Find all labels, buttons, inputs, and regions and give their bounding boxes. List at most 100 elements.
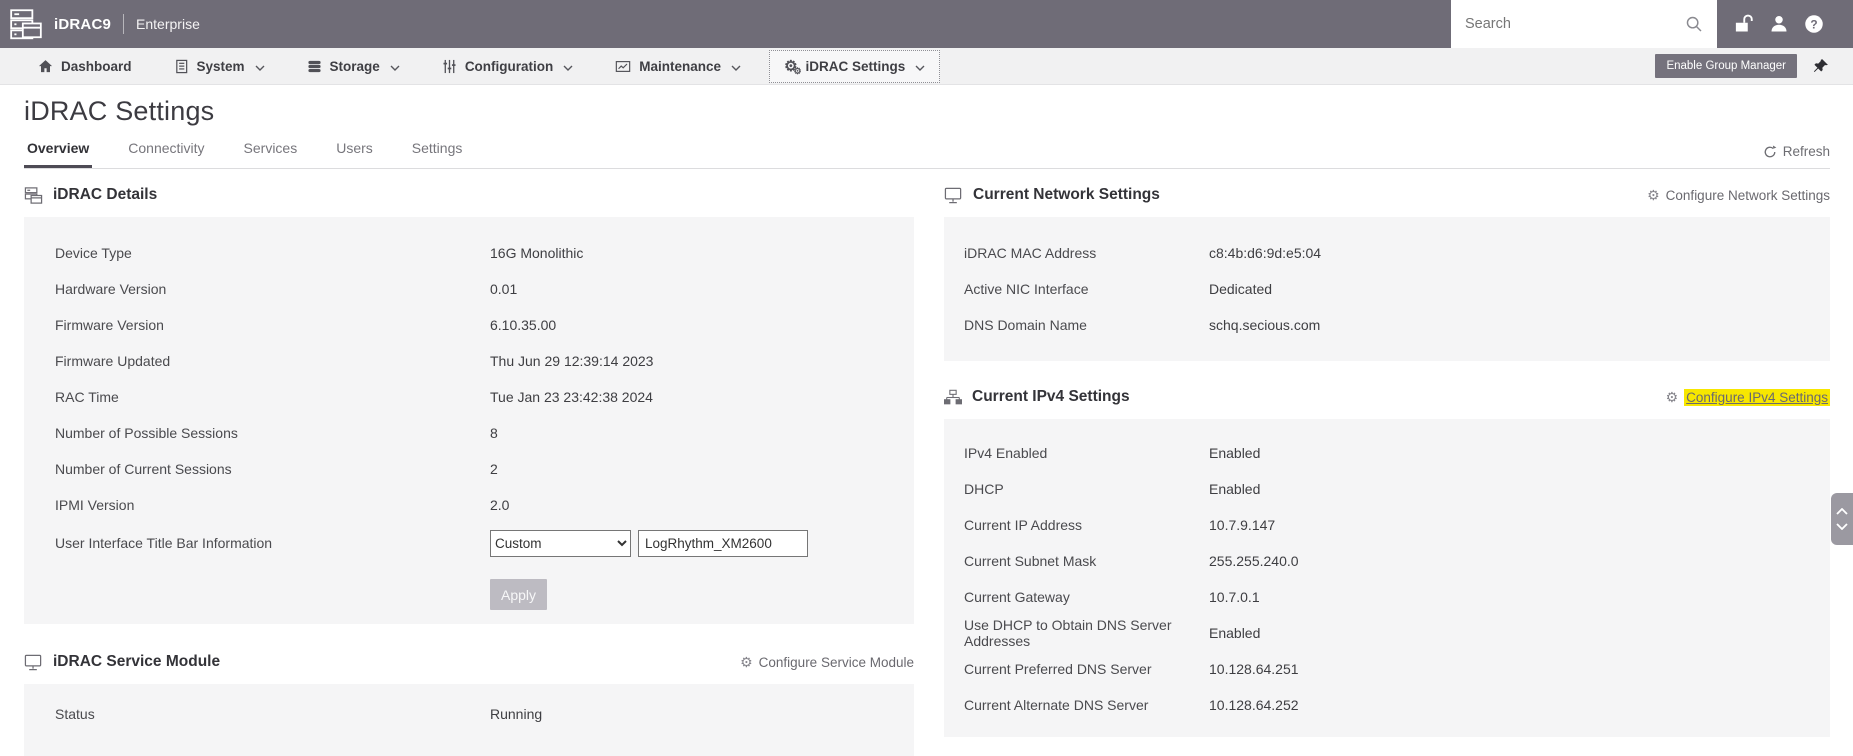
field-value: 10.7.9.147 (1209, 517, 1276, 533)
field-row: Current Preferred DNS Server 10.128.64.25… (944, 651, 1830, 687)
header-icon-group: ? (1717, 0, 1827, 48)
scroll-down-icon[interactable] (1836, 523, 1848, 530)
brand: iDRAC9 Enterprise (0, 0, 200, 48)
field-row: Current IP Address 10.7.9.147 (944, 507, 1830, 543)
field-label: DHCP (964, 481, 1004, 497)
section-title: Current Network Settings (973, 186, 1160, 203)
nav-maintenance[interactable]: Maintenance (601, 50, 755, 83)
monitor-icon (944, 186, 963, 205)
field-value: Enabled (1209, 445, 1261, 461)
field-label: RAC Time (55, 389, 119, 405)
system-icon (174, 59, 189, 74)
field-row: Number of Current Sessions 2 (24, 451, 914, 487)
chevron-down-icon (731, 59, 741, 74)
field-value: 10.7.0.1 (1209, 589, 1260, 605)
tab-connectivity[interactable]: Connectivity (125, 140, 207, 168)
field-label: IPv4 Enabled (964, 445, 1048, 461)
storage-icon (307, 59, 322, 74)
field-value: 6.10.35.00 (490, 317, 557, 333)
field-value: Running (490, 706, 543, 722)
network-settings-header: Current Network Settings ⚙ Configure Net… (944, 183, 1830, 207)
scroll-up-icon[interactable] (1836, 508, 1848, 515)
apply-button[interactable]: Apply (490, 579, 547, 610)
tab-users[interactable]: Users (333, 140, 376, 168)
gear-icon: ⚙ (1647, 186, 1660, 203)
refresh-button[interactable]: Refresh (1763, 144, 1830, 168)
field-row: RAC Time Tue Jan 23 23:42:38 2024 (24, 379, 914, 415)
service-module-header: iDRAC Service Module ⚙ Configure Service… (24, 650, 914, 674)
refresh-icon (1764, 145, 1777, 157)
configure-service-module-link[interactable]: ⚙ Configure Service Module (740, 654, 914, 671)
ipv4-settings-header: Current IPv4 Settings ⚙ Configure IPv4 S… (944, 385, 1830, 409)
field-value: c8:4b:d6:9d:e5:04 (1209, 245, 1322, 261)
product-name: iDRAC9 (54, 15, 112, 33)
top-header: iDRAC9 Enterprise Search ? (0, 0, 1853, 48)
field-label: Use DHCP to Obtain DNS Server Addresses (964, 617, 1172, 649)
field-row: Current Gateway 10.7.0.1 (944, 579, 1830, 615)
field-value: Enabled (1209, 625, 1261, 641)
field-label: Firmware Updated (55, 353, 171, 369)
page-title: iDRAC Settings (24, 96, 215, 126)
field-value: 0.01 (490, 281, 518, 297)
field-row: Use DHCP to Obtain DNS Server Addresses E… (944, 615, 1830, 651)
service-module-panel: Status Running (24, 684, 914, 756)
field-value: Dedicated (1209, 281, 1273, 297)
left-column: iDRAC Details Device Type 16G Monolithic H… (24, 169, 914, 756)
nav-label: System (196, 58, 245, 74)
tab-services[interactable]: Services (241, 140, 301, 168)
pin-icon[interactable] (1813, 58, 1829, 74)
title-bar-select[interactable]: Custom (490, 529, 631, 557)
nav-dashboard[interactable]: Dashboard (24, 50, 146, 83)
unlock-icon[interactable] (1731, 11, 1757, 37)
field-row: IPv4 Enabled Enabled (944, 435, 1830, 471)
section-title: Current IPv4 Settings (972, 388, 1130, 405)
help-icon[interactable]: ? (1801, 11, 1827, 37)
tab-settings[interactable]: Settings (409, 140, 466, 168)
field-value: 2.0 (490, 497, 510, 513)
field-label: Status (55, 706, 95, 722)
chevron-down-icon (390, 59, 400, 74)
nav-system[interactable]: System (160, 50, 279, 83)
nav-idrac-settings[interactable]: ⚙ ⚙ iDRAC Settings (769, 49, 941, 83)
configure-ipv4-settings-link[interactable]: ⚙ Configure IPv4 Settings (1665, 388, 1830, 406)
enable-group-manager-button[interactable]: Enable Group Manager (1655, 54, 1797, 78)
nav-configuration[interactable]: Configuration (428, 50, 587, 83)
field-label: Current Alternate DNS Server (964, 697, 1149, 713)
search-icon[interactable] (1681, 11, 1707, 37)
nav-storage[interactable]: Storage (293, 50, 414, 83)
field-value: Enabled (1209, 481, 1261, 497)
field-label: iDRAC MAC Address (964, 245, 1097, 261)
service-module-rows: Status Running (24, 696, 914, 732)
field-label: Current Subnet Mask (964, 553, 1097, 569)
field-value: Thu Jun 29 12:39:14 2023 (490, 353, 654, 369)
field-label: User Interface Title Bar Information (55, 535, 273, 551)
nav-label: Storage (329, 58, 380, 74)
field-row: DNS Domain Name schq.secious.com (944, 307, 1830, 343)
apply-row: Apply (24, 563, 914, 610)
field-value: Tue Jan 23 23:42:38 2024 (490, 389, 653, 405)
field-row: Firmware Updated Thu Jun 29 12:39:14 2023 (24, 343, 914, 379)
nav-label: Configuration (464, 58, 554, 74)
ipv4-settings-rows: IPv4 Enabled Enabled DHCP Enabled Current IP… (944, 435, 1830, 723)
network-settings-rows: iDRAC MAC Address c8:4b:d6:9d:e5:04 Active… (944, 235, 1830, 343)
gears-icon: ⚙ ⚙ (784, 57, 802, 76)
network-settings-panel: iDRAC MAC Address c8:4b:d6:9d:e5:04 Active… (944, 217, 1830, 361)
field-label: Number of Possible Sessions (55, 425, 238, 441)
scroll-widget (1831, 493, 1853, 545)
home-icon (38, 59, 53, 74)
field-row: Number of Possible Sessions 8 (24, 415, 914, 451)
field-row: Device Type 16G Monolithic (24, 235, 914, 271)
field-label: Device Type (55, 245, 132, 261)
user-icon[interactable] (1766, 11, 1792, 37)
tab-overview[interactable]: Overview (24, 140, 93, 168)
sliders-icon (442, 59, 457, 74)
tab-bar: Overview Connectivity Services Users Set… (24, 140, 1830, 169)
title-bar-input[interactable] (638, 529, 808, 557)
field-row: Current Subnet Mask 255.255.240.0 (944, 543, 1830, 579)
gear-icon: ⚙ (1665, 388, 1679, 405)
network-tree-icon (944, 389, 962, 406)
field-row: iDRAC MAC Address c8:4b:d6:9d:e5:04 (944, 235, 1830, 271)
configure-network-settings-link[interactable]: ⚙ Configure Network Settings (1647, 187, 1830, 204)
field-row: Firmware Version 6.10.35.00 (24, 307, 914, 343)
search-input[interactable] (1465, 16, 1681, 32)
